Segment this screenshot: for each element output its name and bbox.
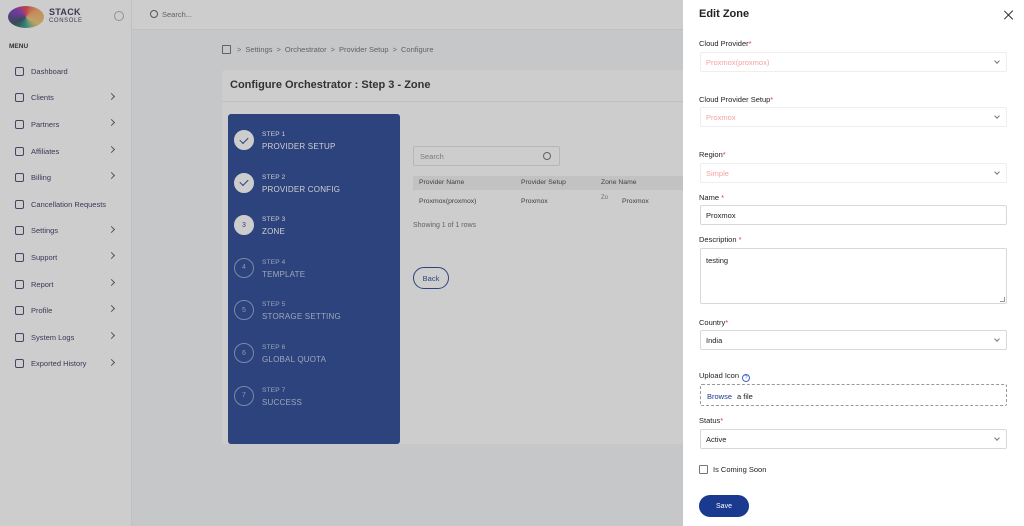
description-label: Description *: [699, 235, 742, 244]
name-input[interactable]: Proxmox: [700, 205, 1007, 225]
chevron-down-icon: [994, 58, 1000, 64]
status-label: Status*: [699, 416, 724, 425]
edit-zone-drawer: Edit Zone Cloud Provider* Proxmox(proxmo…: [683, 0, 1024, 526]
chevron-down-icon: [994, 169, 1000, 175]
cloud-provider-setup-select[interactable]: Proxmox: [700, 107, 1007, 127]
region-select[interactable]: Simple: [700, 163, 1007, 183]
name-label: Name *: [699, 193, 725, 202]
close-icon[interactable]: [1003, 9, 1015, 21]
upload-icon-label: Upload Icon?: [699, 371, 751, 382]
modal-overlay[interactable]: [0, 0, 683, 526]
status-select[interactable]: Active: [700, 429, 1007, 449]
country-label: Country*: [699, 318, 729, 327]
drawer-title: Edit Zone: [699, 8, 750, 20]
coming-soon-checkbox[interactable]: [699, 465, 708, 474]
region-label: Region*: [699, 150, 726, 159]
browse-file-link[interactable]: Browse: [707, 392, 732, 401]
upload-icon-dropzone[interactable]: Browse a file: [700, 384, 1007, 406]
save-button[interactable]: Save: [699, 495, 749, 517]
chevron-down-icon: [994, 336, 1000, 342]
resize-handle-icon[interactable]: [1000, 297, 1005, 302]
cloud-provider-setup-label: Cloud Provider Setup*: [699, 95, 774, 104]
coming-soon-label: Is Coming Soon: [713, 465, 767, 474]
cloud-provider-label: Cloud Provider*: [699, 39, 752, 48]
coming-soon-row: Is Coming Soon: [699, 465, 766, 474]
country-select[interactable]: India: [700, 330, 1007, 350]
chevron-down-icon: [994, 113, 1000, 119]
cloud-provider-select[interactable]: Proxmox(proxmox): [700, 52, 1007, 72]
help-icon[interactable]: ?: [742, 374, 751, 382]
description-textarea[interactable]: testing: [700, 248, 1007, 304]
chevron-down-icon: [994, 435, 1000, 441]
